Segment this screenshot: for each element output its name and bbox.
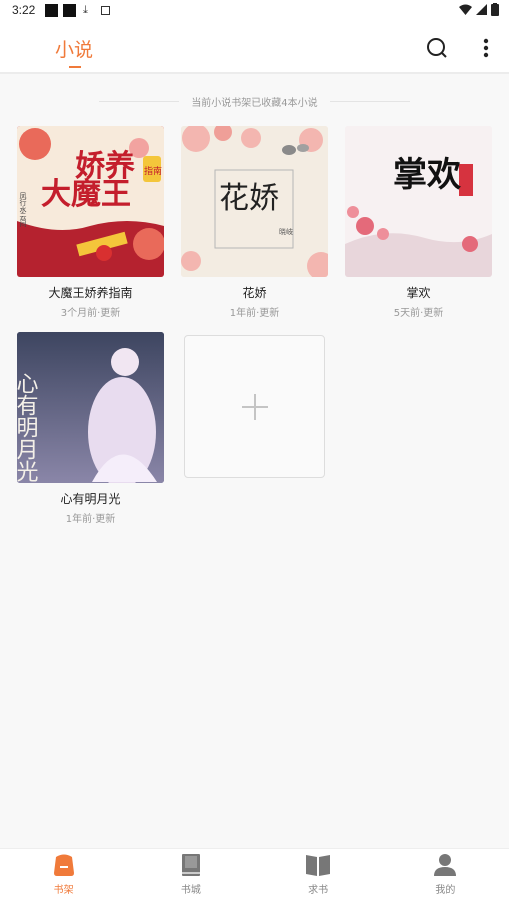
divider — [99, 100, 180, 102]
book-item[interactable]: 心有明月光 心有明月光 1年前·更新 — [17, 332, 164, 525]
shelf-count-text: 当前小说书架已收藏4本小说 — [191, 97, 318, 109]
book-cover[interactable]: 心有明月光 — [17, 332, 164, 483]
notification-icon — [45, 4, 58, 17]
cover-subtitle: 娇养 — [75, 149, 135, 184]
book-update-time: 5天前·更新 — [393, 308, 444, 319]
bottom-nav: 书架 书城 求书 我的 — [0, 848, 509, 904]
nav-label: 我的 — [435, 885, 456, 896]
add-book-button[interactable] — [184, 335, 325, 478]
book-update-time: 3个月前·更新 — [60, 308, 121, 319]
nav-item-bookshelf[interactable]: 书架 — [0, 849, 127, 904]
cover-art: 大魔王 娇养 指南 凤行水云间 — [17, 126, 164, 277]
plus-icon — [241, 393, 268, 420]
nav-item-profile[interactable]: 我的 — [382, 849, 509, 904]
nav-label: 求书 — [308, 885, 329, 896]
app-header: 小说 — [0, 22, 509, 74]
cover-title: 心有明月光 — [17, 372, 39, 482]
cover-art: 心有明月光 — [17, 332, 164, 483]
search-icon — [427, 38, 447, 58]
book-item[interactable]: 大魔王 娇养 指南 凤行水云间 大魔王娇养指南 3个月前·更新 — [17, 126, 164, 319]
book-update-time: 1年前·更新 — [65, 514, 116, 525]
book-cover[interactable]: 大魔王 娇养 指南 凤行水云间 — [17, 126, 164, 277]
open-book-icon — [306, 855, 331, 876]
book-item[interactable]: 花娇 晓岐 花娇 1年前·更新 — [181, 126, 328, 319]
a-icon — [101, 6, 110, 15]
page-title[interactable]: 小说 — [55, 35, 93, 62]
cover-tag: 指南 — [144, 165, 162, 177]
user-icon — [434, 854, 457, 876]
cover-author: 凤行水云间 — [19, 192, 27, 228]
cover-title: 花娇 — [219, 181, 279, 216]
nav-item-bookstore[interactable]: 书城 — [127, 849, 254, 904]
book-title: 花娇 — [242, 286, 267, 300]
search-button[interactable] — [423, 34, 451, 62]
status-time: 3:22 — [12, 3, 36, 17]
bookshelf-icon — [53, 854, 74, 876]
book-title: 大魔王娇养指南 — [48, 286, 133, 300]
tab-indicator — [69, 66, 81, 68]
book-update-time: 1年前·更新 — [229, 308, 280, 319]
battery-icon — [491, 3, 499, 16]
book-title: 心有明月光 — [60, 492, 121, 506]
book-title: 掌欢 — [406, 286, 431, 300]
notification-icon — [63, 4, 76, 17]
book-cover[interactable]: 花娇 晓岐 — [181, 126, 328, 277]
more-vertical-icon — [483, 38, 489, 58]
nav-item-request[interactable]: 求书 — [255, 849, 382, 904]
wifi-icon — [459, 4, 472, 15]
signal-icon — [476, 4, 487, 15]
cover-title: 掌欢 — [393, 155, 461, 195]
cover-art: 掌欢 — [345, 126, 492, 277]
shelf-info: 当前小说书架已收藏4本小说 — [0, 92, 509, 110]
status-bar: 3:22 ⤓ — [0, 0, 509, 22]
download-icon: ⤓ — [83, 3, 88, 16]
divider — [329, 100, 410, 102]
cover-art: 花娇 晓岐 — [181, 126, 328, 277]
more-button[interactable] — [472, 34, 500, 62]
cover-author: 晓岐 — [279, 227, 293, 236]
book-cover[interactable]: 掌欢 — [345, 126, 492, 277]
book-item[interactable]: 掌欢 掌欢 5天前·更新 — [345, 126, 492, 319]
book-icon — [181, 854, 200, 876]
nav-label: 书架 — [53, 885, 74, 896]
nav-label: 书城 — [180, 885, 201, 896]
